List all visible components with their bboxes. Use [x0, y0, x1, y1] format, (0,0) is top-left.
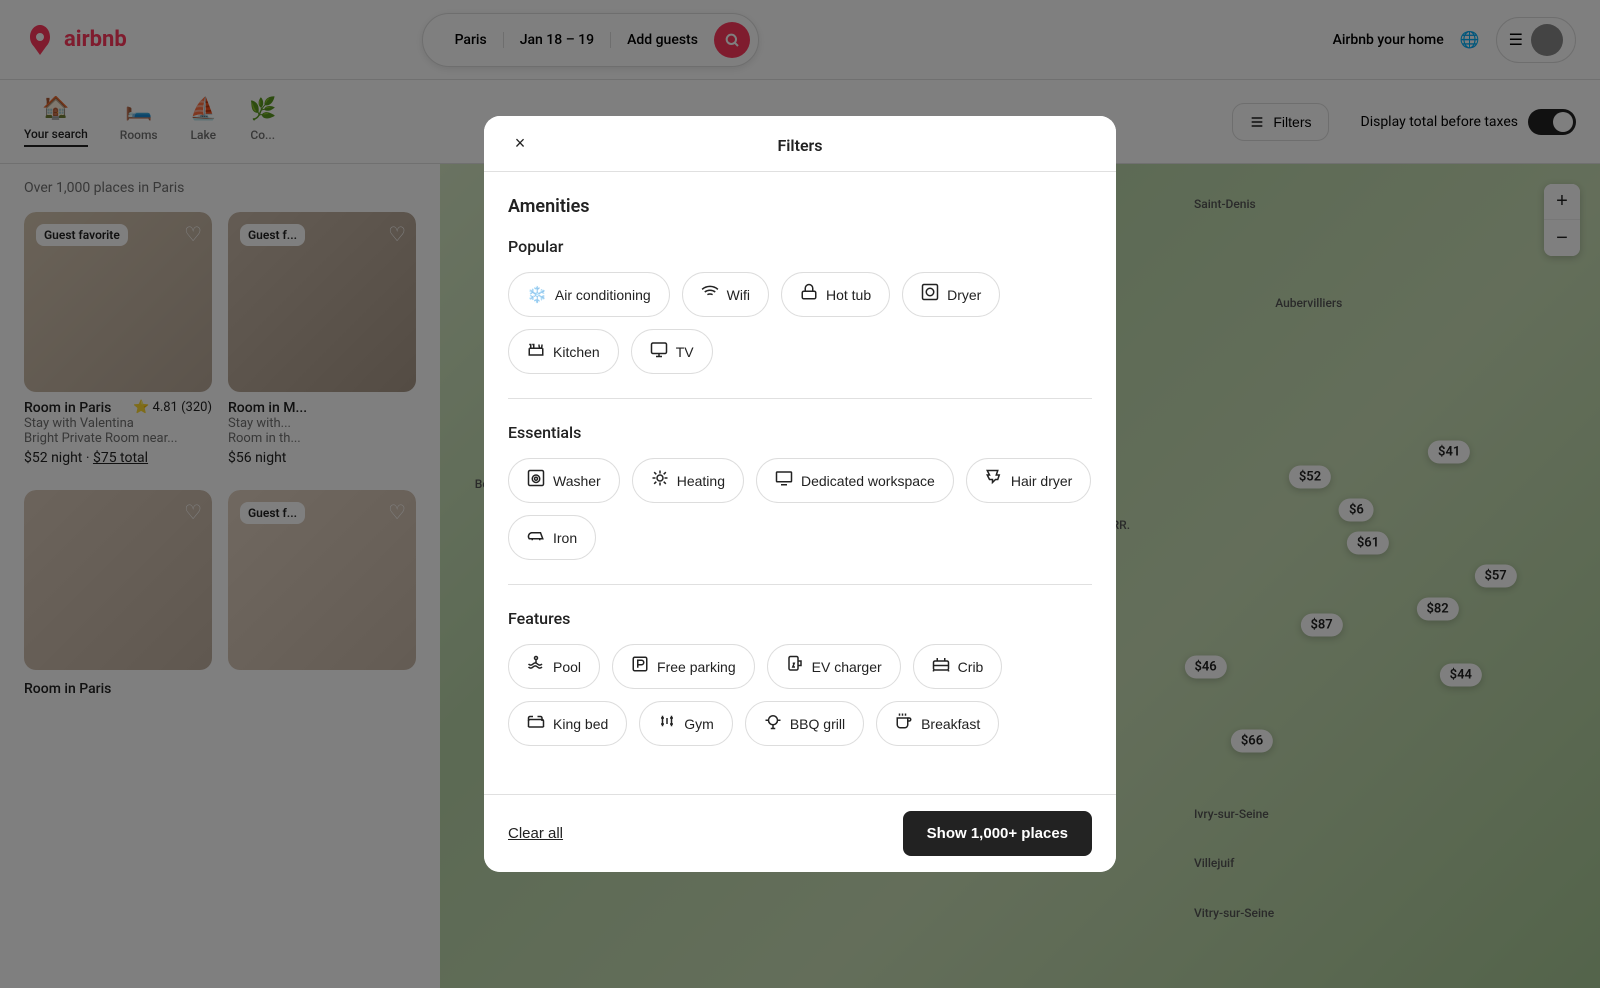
modal-footer: Clear all Show 1,000+ places — [484, 794, 1116, 872]
kitchen-label: Kitchen — [553, 344, 600, 360]
essentials-subsection-title: Essentials — [508, 423, 1092, 442]
gym-icon — [658, 712, 676, 735]
amenities-section-title: Amenities — [508, 196, 1092, 217]
amenity-pool[interactable]: Pool — [508, 644, 600, 689]
amenity-air-conditioning[interactable]: ❄️ Air conditioning — [508, 272, 670, 317]
heating-icon — [651, 469, 669, 492]
breakfast-icon — [895, 712, 913, 735]
amenity-tv[interactable]: TV — [631, 329, 713, 374]
modal-body: Amenities Popular ❄️ Air conditioning Wi… — [484, 172, 1116, 794]
essentials-amenities-grid: Washer Heating Dedicated workspace — [508, 458, 1092, 560]
iron-icon — [527, 526, 545, 549]
air-conditioning-icon: ❄️ — [527, 285, 547, 305]
free-parking-icon — [631, 655, 649, 678]
bbq-grill-label: BBQ grill — [790, 716, 845, 732]
modal-header: × Filters — [484, 116, 1116, 172]
amenity-dryer[interactable]: Dryer — [902, 272, 1000, 317]
free-parking-label: Free parking — [657, 659, 736, 675]
amenity-kitchen[interactable]: Kitchen — [508, 329, 619, 374]
filters-modal: × Filters Amenities Popular ❄️ Air condi… — [484, 116, 1116, 872]
dedicated-workspace-label: Dedicated workspace — [801, 473, 935, 489]
dryer-icon — [921, 283, 939, 306]
amenity-dedicated-workspace[interactable]: Dedicated workspace — [756, 458, 954, 503]
ev-charger-label: EV charger — [812, 659, 882, 675]
amenity-ev-charger[interactable]: EV charger — [767, 644, 901, 689]
tv-icon — [650, 340, 668, 363]
air-conditioning-label: Air conditioning — [555, 287, 651, 303]
wifi-label: Wifi — [727, 287, 750, 303]
king-bed-label: King bed — [553, 716, 608, 732]
tv-label: TV — [676, 344, 694, 360]
amenity-gym[interactable]: Gym — [639, 701, 733, 746]
heating-label: Heating — [677, 473, 725, 489]
hot-tub-icon — [800, 283, 818, 306]
crib-icon — [932, 655, 950, 678]
amenity-heating[interactable]: Heating — [632, 458, 744, 503]
amenity-king-bed[interactable]: King bed — [508, 701, 627, 746]
breakfast-label: Breakfast — [921, 716, 980, 732]
modal-overlay[interactable]: × Filters Amenities Popular ❄️ Air condi… — [0, 0, 1600, 988]
pool-icon — [527, 655, 545, 678]
hair-dryer-label: Hair dryer — [1011, 473, 1072, 489]
washer-icon — [527, 469, 545, 492]
amenity-iron[interactable]: Iron — [508, 515, 596, 560]
hot-tub-label: Hot tub — [826, 287, 871, 303]
section-divider — [508, 398, 1092, 399]
gym-label: Gym — [684, 716, 714, 732]
amenity-washer[interactable]: Washer — [508, 458, 620, 503]
washer-label: Washer — [553, 473, 601, 489]
amenity-bbq-grill[interactable]: BBQ grill — [745, 701, 864, 746]
dedicated-workspace-icon — [775, 469, 793, 492]
clear-all-button[interactable]: Clear all — [508, 825, 563, 842]
amenity-hair-dryer[interactable]: Hair dryer — [966, 458, 1091, 503]
iron-label: Iron — [553, 530, 577, 546]
dryer-label: Dryer — [947, 287, 981, 303]
popular-subsection-title: Popular — [508, 237, 1092, 256]
amenity-breakfast[interactable]: Breakfast — [876, 701, 999, 746]
bbq-grill-icon — [764, 712, 782, 735]
amenity-crib[interactable]: Crib — [913, 644, 1003, 689]
hair-dryer-icon — [985, 469, 1003, 492]
ev-charger-icon — [786, 655, 804, 678]
amenity-hot-tub[interactable]: Hot tub — [781, 272, 890, 317]
modal-close-button[interactable]: × — [504, 128, 536, 160]
pool-label: Pool — [553, 659, 581, 675]
modal-title: Filters — [777, 136, 822, 155]
section-divider-2 — [508, 584, 1092, 585]
king-bed-icon — [527, 712, 545, 735]
popular-amenities-grid: ❄️ Air conditioning Wifi Hot tub — [508, 272, 1092, 374]
wifi-icon — [701, 283, 719, 306]
features-amenities-grid: Pool Free parking EV charger — [508, 644, 1092, 746]
show-places-button[interactable]: Show 1,000+ places — [903, 811, 1092, 856]
amenity-free-parking[interactable]: Free parking — [612, 644, 755, 689]
kitchen-icon — [527, 340, 545, 363]
crib-label: Crib — [958, 659, 984, 675]
amenity-wifi[interactable]: Wifi — [682, 272, 769, 317]
features-subsection-title: Features — [508, 609, 1092, 628]
